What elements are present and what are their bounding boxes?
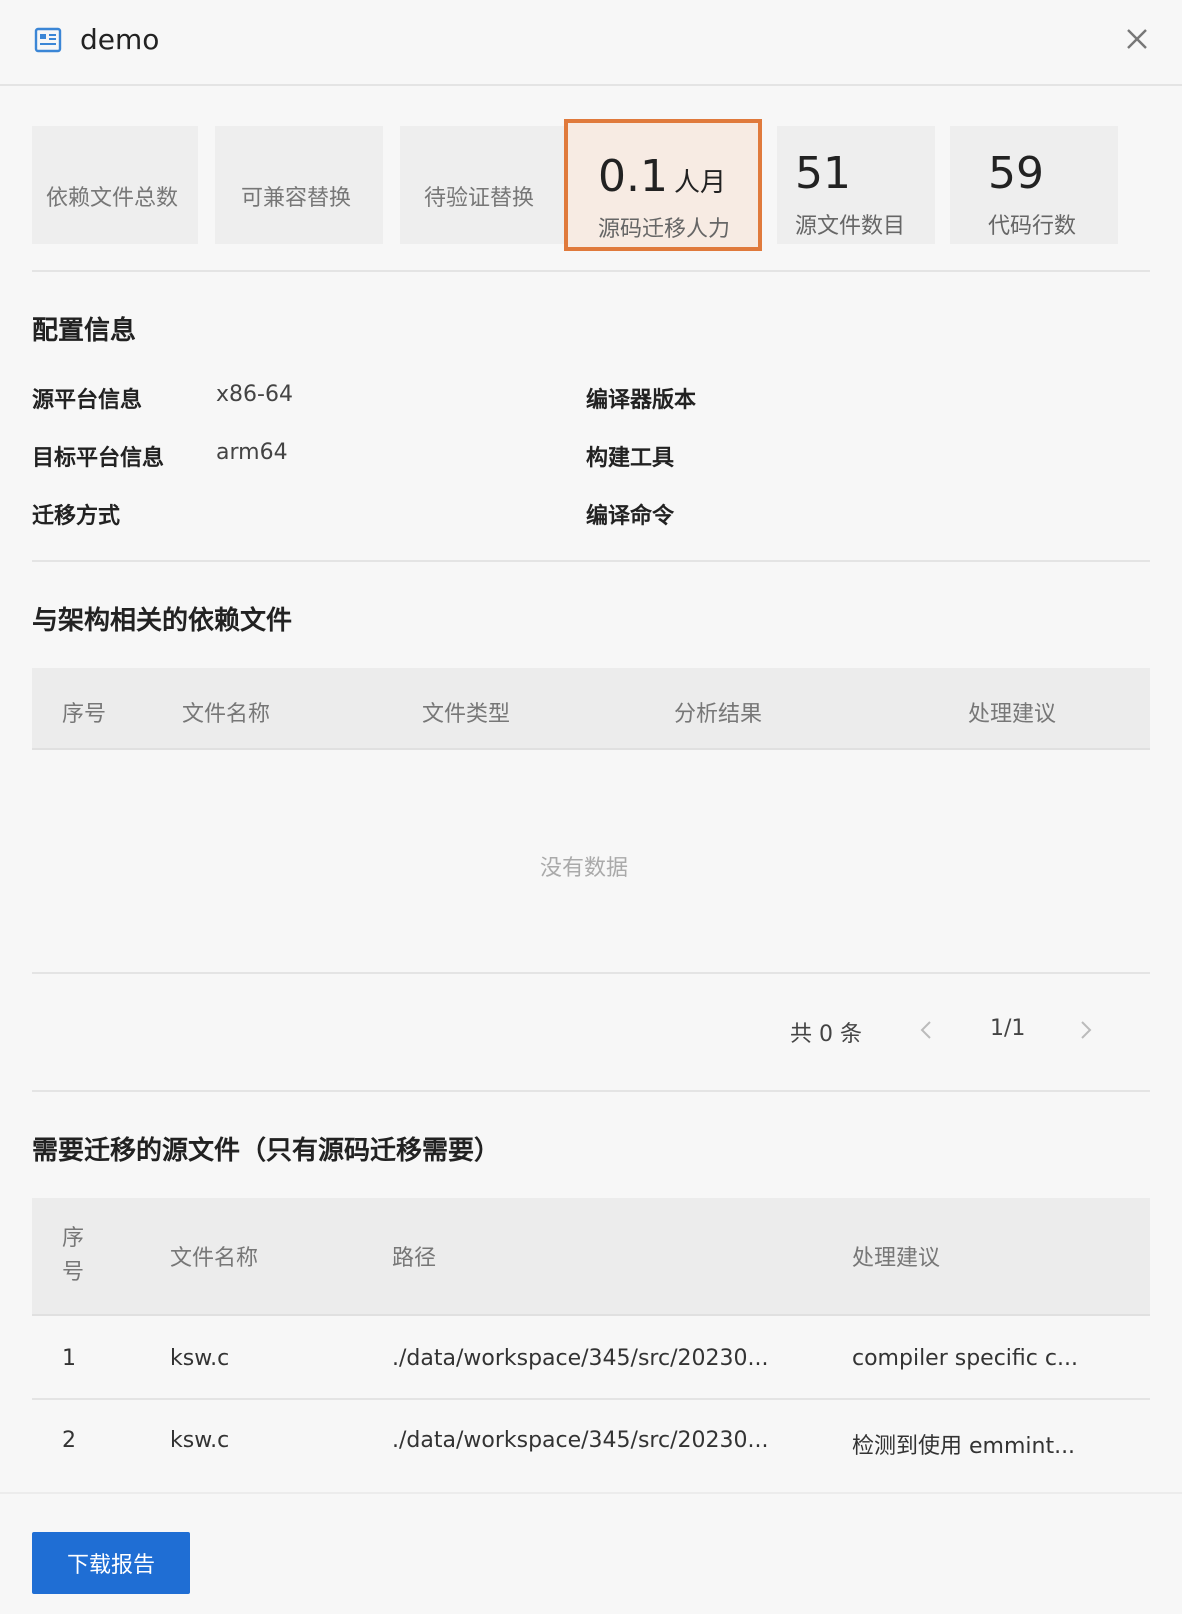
row-path: ./data/workspace/345/src/20230...	[392, 1346, 769, 1371]
card-label: 源文件数目	[795, 214, 906, 239]
dialog-footer: 下载报告	[0, 1492, 1182, 1614]
card-label: 可兼容替换	[241, 186, 352, 211]
compiler-version-label: 编译器版本	[586, 388, 697, 413]
pager-page: 1/1	[990, 1016, 1026, 1041]
card-source-files[interactable]: 51 源文件数目	[777, 126, 935, 244]
col-path: 路径	[392, 1246, 437, 1271]
row-divider	[32, 1398, 1150, 1400]
summary-cards: 依赖文件总数 可兼容替换 待验证替换 0.1 人月 源码迁移人力 51 源文件数目…	[32, 119, 1150, 251]
col-suggestion: 处理建议	[968, 702, 1057, 727]
card-value: 59	[988, 148, 1044, 199]
source-platform-value: x86-64	[216, 382, 293, 407]
card-pending-verify[interactable]: 待验证替换	[400, 126, 566, 244]
compile-command-label: 编译命令	[586, 504, 675, 529]
card-label: 源码迁移人力	[598, 217, 731, 242]
divider	[32, 1090, 1150, 1092]
migration-mode-label: 迁移方式	[32, 504, 121, 529]
dialog-header: demo	[0, 0, 1182, 86]
target-platform-value: arm64	[216, 440, 288, 465]
card-compatible-replace[interactable]: 可兼容替换	[215, 126, 383, 244]
divider	[32, 560, 1150, 562]
empty-state-text: 没有数据	[540, 856, 629, 881]
card-dependency-total[interactable]: 依赖文件总数	[32, 126, 198, 244]
row-suggestion: compiler specific c...	[852, 1346, 1078, 1371]
report-icon	[34, 27, 62, 53]
row-path: ./data/workspace/345/src/20230...	[392, 1428, 769, 1453]
col-file-name: 文件名称	[182, 702, 271, 727]
row-index: 2	[62, 1428, 76, 1453]
card-label: 依赖文件总数	[46, 186, 179, 211]
build-tool-label: 构建工具	[586, 446, 675, 471]
card-unit: 人月	[673, 168, 726, 198]
card-migration-effort[interactable]: 0.1 人月 源码迁移人力	[564, 119, 762, 251]
download-report-button[interactable]: 下载报告	[32, 1532, 190, 1594]
col-index: 序号	[62, 702, 107, 727]
dependency-section-title: 与架构相关的依赖文件	[32, 606, 293, 636]
card-label: 代码行数	[988, 214, 1077, 239]
card-value: 51	[795, 148, 851, 199]
col-file-name: 文件名称	[170, 1246, 259, 1271]
col-file-type: 文件类型	[422, 702, 511, 727]
next-page-icon[interactable]	[1076, 1016, 1096, 1044]
row-file-name: ksw.c	[170, 1428, 230, 1453]
source-files-section-title: 需要迁移的源文件（只有源码迁移需要）	[32, 1136, 501, 1166]
pager-total: 共 0 条	[790, 1022, 862, 1047]
dependency-table-header: 序号 文件名称 文件类型 分析结果 处理建议	[32, 668, 1150, 750]
source-platform-label: 源平台信息	[32, 388, 143, 413]
row-file-name: ksw.c	[170, 1346, 230, 1371]
dialog-title: demo	[80, 23, 160, 56]
col-analysis-result: 分析结果	[674, 702, 763, 727]
prev-page-icon[interactable]	[916, 1016, 936, 1044]
card-label: 待验证替换	[424, 186, 535, 211]
row-suggestion: 检测到使用 emmint...	[852, 1434, 1076, 1459]
close-icon[interactable]	[1124, 26, 1150, 52]
col-suggestion: 处理建议	[852, 1246, 941, 1271]
target-platform-label: 目标平台信息	[32, 446, 165, 471]
divider	[32, 972, 1150, 974]
config-section-title: 配置信息	[32, 316, 137, 346]
source-table-header: 序号 文件名称 路径 处理建议	[32, 1198, 1150, 1316]
card-code-lines[interactable]: 59 代码行数	[950, 126, 1118, 244]
col-index: 序号	[62, 1226, 85, 1285]
row-index: 1	[62, 1346, 76, 1371]
card-value: 0.1 人月	[598, 151, 726, 202]
divider	[32, 270, 1150, 272]
